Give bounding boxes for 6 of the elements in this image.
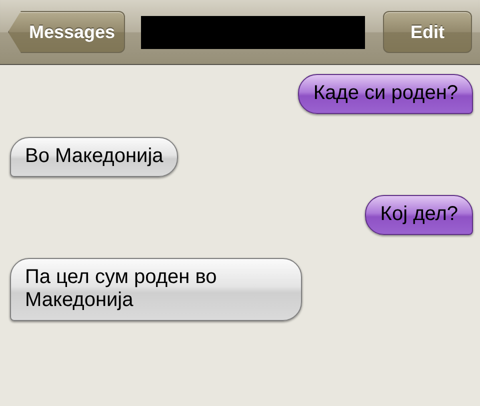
back-button[interactable]: Messages xyxy=(8,11,125,53)
edit-button[interactable]: Edit xyxy=(383,11,472,53)
received-message-bubble: Па цел сум роден во Македонија xyxy=(10,258,302,321)
received-message-bubble: Во Македонија xyxy=(10,137,178,177)
sent-message-bubble: Каде си роден? xyxy=(298,74,473,114)
sent-message-bubble: Кој дел? xyxy=(365,195,473,235)
